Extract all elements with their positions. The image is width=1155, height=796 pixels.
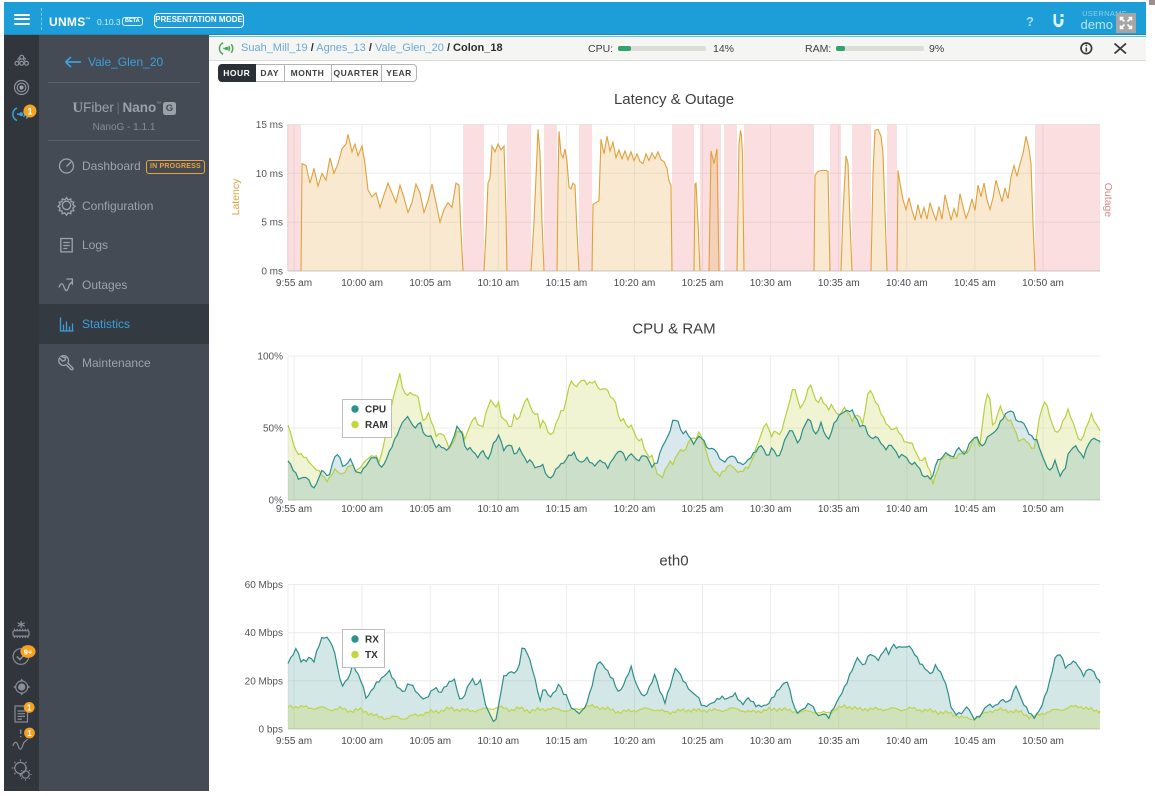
svg-text:10:25 am: 10:25 am xyxy=(682,504,724,515)
svg-text:10:40 am: 10:40 am xyxy=(886,504,928,515)
svg-text:60 Mbps: 60 Mbps xyxy=(245,580,283,591)
svg-text:10:35 am: 10:35 am xyxy=(818,736,860,747)
svg-text:9:55 am: 9:55 am xyxy=(276,278,312,289)
svg-text:10:15 am: 10:15 am xyxy=(546,278,588,289)
svg-text:Latency: Latency xyxy=(230,178,242,216)
svg-text:1: 1 xyxy=(27,729,32,738)
svg-text:10:50 am: 10:50 am xyxy=(1022,504,1064,515)
svg-text:10:10 am: 10:10 am xyxy=(477,736,519,747)
svg-text:Outage: Outage xyxy=(1102,183,1114,218)
svg-text:10:40 am: 10:40 am xyxy=(886,736,928,747)
svg-text:10:15 am: 10:15 am xyxy=(546,736,588,747)
svg-text:eth0: eth0 xyxy=(659,553,688,570)
svg-text:10:30 am: 10:30 am xyxy=(750,504,792,515)
svg-text:CPU & RAM: CPU & RAM xyxy=(632,321,715,338)
svg-text:9:55 am: 9:55 am xyxy=(276,736,312,747)
svg-text:10:20 am: 10:20 am xyxy=(614,736,656,747)
svg-text:10:40 am: 10:40 am xyxy=(886,278,928,289)
svg-text:10:20 am: 10:20 am xyxy=(614,504,656,515)
svg-text:RX: RX xyxy=(365,635,379,646)
svg-text:RAM: RAM xyxy=(365,420,388,431)
svg-text:40 Mbps: 40 Mbps xyxy=(245,628,283,639)
svg-text:TX: TX xyxy=(365,650,378,661)
svg-text:10:35 am: 10:35 am xyxy=(818,504,860,515)
svg-text:10:25 am: 10:25 am xyxy=(682,278,724,289)
svg-text:20 Mbps: 20 Mbps xyxy=(245,676,283,687)
svg-text:10:50 am: 10:50 am xyxy=(1022,736,1064,747)
svg-text:0 ms: 0 ms xyxy=(261,267,283,278)
svg-text:10:45 am: 10:45 am xyxy=(954,278,996,289)
svg-text:10:10 am: 10:10 am xyxy=(477,278,519,289)
svg-text:10:05 am: 10:05 am xyxy=(409,278,451,289)
svg-text:10 ms: 10 ms xyxy=(256,169,283,180)
svg-text:9+: 9+ xyxy=(24,648,33,657)
svg-text:5 ms: 5 ms xyxy=(261,218,283,229)
svg-text:15 ms: 15 ms xyxy=(256,120,283,131)
svg-text:10:45 am: 10:45 am xyxy=(954,504,996,515)
svg-text:10:30 am: 10:30 am xyxy=(750,278,792,289)
svg-text:10:00 am: 10:00 am xyxy=(341,504,383,515)
svg-text:1: 1 xyxy=(27,704,32,713)
svg-text:Latency & Outage: Latency & Outage xyxy=(614,91,734,108)
svg-text:10:05 am: 10:05 am xyxy=(409,504,451,515)
svg-text:10:50 am: 10:50 am xyxy=(1022,278,1064,289)
svg-text:0 bps: 0 bps xyxy=(259,725,283,736)
svg-text:10:15 am: 10:15 am xyxy=(546,504,588,515)
svg-text:50%: 50% xyxy=(263,424,283,435)
svg-text:10:10 am: 10:10 am xyxy=(477,504,519,515)
svg-text:100%: 100% xyxy=(257,352,283,363)
svg-text:10:25 am: 10:25 am xyxy=(682,736,724,747)
svg-text:10:45 am: 10:45 am xyxy=(954,736,996,747)
svg-text:10:30 am: 10:30 am xyxy=(750,736,792,747)
svg-text:10:05 am: 10:05 am xyxy=(409,736,451,747)
svg-text:9:55 am: 9:55 am xyxy=(276,504,312,515)
svg-text:10:00 am: 10:00 am xyxy=(341,736,383,747)
svg-text:10:35 am: 10:35 am xyxy=(818,278,860,289)
svg-text:CPU: CPU xyxy=(365,405,386,416)
svg-text:1: 1 xyxy=(27,106,32,116)
svg-text:10:20 am: 10:20 am xyxy=(614,278,656,289)
svg-text:10:00 am: 10:00 am xyxy=(341,278,383,289)
